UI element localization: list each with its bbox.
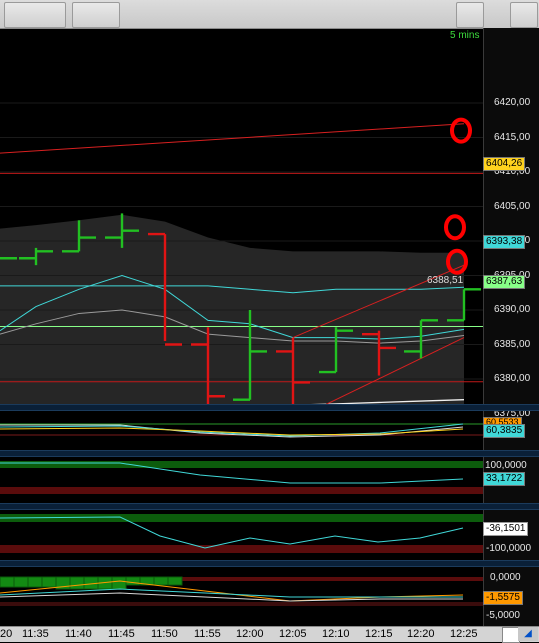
pane-separator-3[interactable] [0, 503, 539, 510]
indicator-4-plot [0, 576, 483, 606]
pane-separator-4[interactable] [0, 560, 539, 567]
time-axis[interactable]: 20 11:35 11:40 11:45 11:50 11:55 12:00 12:05 12… [0, 626, 539, 643]
indicator-pane-4[interactable] [0, 567, 483, 626]
ind3-value-tag: -36,1501 [483, 522, 529, 536]
price-tick-label: 6420,00 [494, 97, 531, 108]
indicator-4-line-b [0, 588, 463, 598]
chart-tab-1[interactable] [4, 2, 66, 28]
pane-separator-1[interactable] [0, 404, 539, 411]
crosshair-tool-icon[interactable]: ◢ [518, 627, 538, 641]
indicator-3-plot [0, 514, 483, 553]
chart-tab-2[interactable] [72, 2, 120, 28]
time-tick-label: 11:35 [22, 628, 49, 640]
ind4-value-tag: -1,5575 [483, 591, 523, 605]
window-tab-bar [0, 0, 539, 29]
indicator-pane-2[interactable] [0, 457, 483, 503]
histogram-bar [41, 576, 57, 588]
ind3-bottom-label: -100,0000 [486, 543, 532, 554]
price-tick-label: 6390,00 [494, 304, 531, 315]
cyan-price-tag: 6393,38 [483, 235, 526, 249]
annotation-circle-2 [444, 214, 466, 241]
price-tick-label: 6385,00 [494, 338, 531, 350]
time-tick-label: 12:05 [279, 628, 307, 640]
time-tick-first: 20 [0, 628, 13, 640]
chart-tab-4[interactable] [510, 2, 538, 28]
time-tick-label: 11:50 [151, 628, 178, 640]
price-axis-strip[interactable] [483, 28, 539, 626]
ind2-top-label: 100,0000 [485, 460, 527, 471]
time-tick-label: 11:45 [108, 628, 135, 640]
bollinger-cloud [0, 214, 464, 404]
time-tick-label: 11:40 [65, 628, 92, 640]
green-price-tag: 6387,63 [483, 275, 526, 289]
time-tick-label: 12:20 [407, 628, 435, 640]
pane-separator-2[interactable] [0, 450, 539, 457]
histogram-bar [0, 576, 15, 588]
time-tick-label: 12:25 [450, 628, 478, 640]
bound-price-tag: 6404,26 [483, 157, 526, 171]
histogram-bar [125, 576, 141, 586]
resistance-trendline [0, 123, 465, 154]
ind4-top-label: 0,0000 [490, 572, 521, 583]
inline-price-label: 6388,51 [427, 275, 464, 286]
indicator-1-plot [0, 423, 483, 438]
time-tick-label: 12:10 [322, 628, 350, 640]
indicator-2-plot [0, 461, 483, 494]
price-tick-label: 6380,00 [494, 373, 531, 384]
histogram-bar [111, 576, 127, 590]
histogram-bar [13, 576, 29, 588]
histogram-bar [167, 576, 183, 586]
indicator-4-histogram [0, 576, 183, 590]
ind2-value-tag: 33,1722 [483, 472, 526, 486]
time-tick-label: 12:15 [365, 628, 393, 640]
price-chart [0, 102, 483, 404]
price-tick-label: 6415,00 [494, 131, 531, 143]
indicator-pane-3[interactable] [0, 510, 483, 560]
histogram-bar [153, 576, 169, 586]
histogram-bar [69, 576, 85, 590]
time-tick-label: 12:00 [236, 628, 264, 640]
ind1-value-tag: 60,3835 [483, 424, 526, 438]
price-tick-label: 6405,00 [494, 200, 531, 212]
price-pane[interactable] [0, 29, 483, 404]
indicator-pane-1[interactable] [0, 411, 483, 450]
histogram-bar [27, 576, 43, 588]
chart-tab-3[interactable] [456, 2, 484, 28]
ind4-bottom-label: -5,0000 [486, 610, 520, 621]
annotation-circle-1 [450, 117, 472, 144]
time-tick-label: 11:55 [194, 628, 221, 640]
timeframe-label: 5 mins [450, 30, 480, 41]
